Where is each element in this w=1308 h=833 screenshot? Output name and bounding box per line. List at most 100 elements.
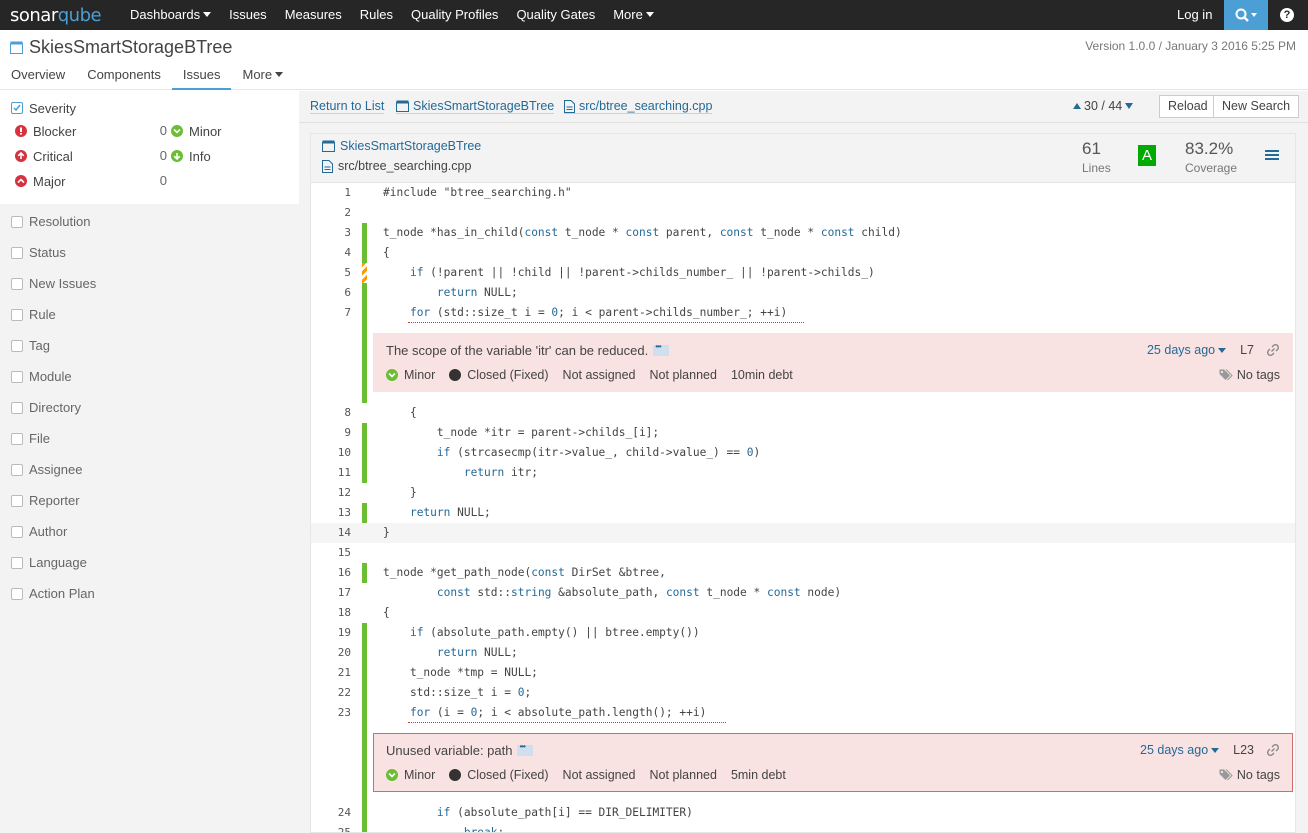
facet-module[interactable]: Module <box>11 361 288 392</box>
line-number[interactable]: 22 <box>311 683 351 703</box>
line-number[interactable]: 1 <box>311 183 351 203</box>
severity-major[interactable]: Major <box>11 171 139 191</box>
issue-line-ref[interactable]: L7 <box>1240 343 1254 357</box>
checkbox-icon[interactable] <box>11 525 23 538</box>
issue-date-link[interactable]: 25 days ago <box>1147 343 1227 357</box>
facet-new-issues[interactable]: New Issues <box>11 268 288 299</box>
link-icon[interactable] <box>1266 343 1280 357</box>
issue-status[interactable]: Closed (Fixed) <box>449 368 549 382</box>
issue-date-link[interactable]: 25 days ago <box>1140 743 1220 757</box>
issue-assignee[interactable]: Not assigned <box>563 368 636 382</box>
issue-plan[interactable]: Not planned <box>650 368 717 382</box>
nav-quality-gates[interactable]: Quality Gates <box>507 0 604 30</box>
line-number[interactable]: 4 <box>311 243 351 263</box>
line-number[interactable]: 21 <box>311 663 351 683</box>
return-to-list-link[interactable]: Return to List <box>310 99 385 114</box>
tab-overview[interactable]: Overview <box>0 64 76 90</box>
coverage-marker[interactable] <box>362 823 367 832</box>
more-icon[interactable] <box>517 742 534 756</box>
checkbox-icon[interactable] <box>11 246 23 259</box>
file-link[interactable]: src/btree_searching.cpp <box>564 99 713 114</box>
checkbox-icon[interactable] <box>11 432 23 445</box>
nav-measures[interactable]: Measures <box>276 0 351 30</box>
line-number[interactable]: 23 <box>311 703 351 723</box>
coverage-marker[interactable] <box>362 683 367 703</box>
coverage-marker[interactable] <box>362 663 367 683</box>
next-issue-icon[interactable] <box>1125 103 1134 109</box>
facet-author[interactable]: Author <box>11 516 288 547</box>
facet-directory[interactable]: Directory <box>11 392 288 423</box>
coverage-marker[interactable] <box>362 623 367 643</box>
line-number[interactable]: 25 <box>311 823 351 832</box>
nav-quality-profiles[interactable]: Quality Profiles <box>402 0 507 30</box>
line-number[interactable]: 3 <box>311 223 351 243</box>
facet-rule[interactable]: Rule <box>11 299 288 330</box>
viewer-project-link[interactable]: SkiesSmartStorageBTree <box>322 139 481 153</box>
facet-status[interactable]: Status <box>11 237 288 268</box>
issue-status[interactable]: Closed (Fixed) <box>449 768 549 782</box>
coverage-marker[interactable] <box>362 703 367 723</box>
severity-blocker[interactable]: Blocker <box>11 121 139 141</box>
severity-critical[interactable]: Critical <box>11 146 139 166</box>
coverage-marker[interactable] <box>362 643 367 663</box>
checkbox-icon[interactable] <box>11 556 23 569</box>
checkbox-icon[interactable] <box>11 494 23 507</box>
coverage-marker[interactable] <box>362 283 367 303</box>
coverage-marker[interactable] <box>362 243 367 263</box>
severity-minor[interactable]: Minor <box>167 121 295 141</box>
facet-file[interactable]: File <box>11 423 288 454</box>
issue-card-selected[interactable]: Unused variable: path 25 days ago L23 Mi… <box>373 733 1293 792</box>
previous-issue-icon[interactable] <box>1073 103 1081 109</box>
coverage-marker[interactable] <box>362 303 367 323</box>
checkbox-icon[interactable] <box>11 463 23 476</box>
nav-more[interactable]: More <box>604 0 663 30</box>
coverage-marker[interactable] <box>362 503 367 523</box>
severity-info[interactable]: Info <box>167 146 295 166</box>
nav-rules[interactable]: Rules <box>351 0 402 30</box>
issue-message[interactable]: The scope of the variable 'itr' can be r… <box>386 342 670 358</box>
line-number[interactable]: 2 <box>311 203 351 223</box>
line-number[interactable]: 18 <box>311 603 351 623</box>
issue-assignee[interactable]: Not assigned <box>563 768 636 782</box>
nav-issues[interactable]: Issues <box>220 0 276 30</box>
issue-severity[interactable]: Minor <box>386 768 435 782</box>
line-number[interactable]: 13 <box>311 503 351 523</box>
line-number[interactable]: 16 <box>311 563 351 583</box>
tab-issues[interactable]: Issues <box>171 64 232 90</box>
search-button[interactable] <box>1224 0 1268 30</box>
line-number[interactable]: 6 <box>311 283 351 303</box>
coverage-marker[interactable] <box>362 803 367 823</box>
line-number[interactable]: 24 <box>311 803 351 823</box>
line-number[interactable]: 14 <box>311 523 351 543</box>
line-number[interactable]: 12 <box>311 483 351 503</box>
tab-components[interactable]: Components <box>76 64 172 90</box>
line-number[interactable]: 7 <box>311 303 351 323</box>
line-number[interactable]: 11 <box>311 463 351 483</box>
sonarqube-logo[interactable]: sonar qube <box>10 4 102 26</box>
issue-line-ref[interactable]: L23 <box>1233 743 1254 757</box>
coverage-marker[interactable] <box>362 463 367 483</box>
line-number[interactable]: 8 <box>311 403 351 423</box>
coverage-marker[interactable] <box>362 443 367 463</box>
checkbox-icon[interactable] <box>11 215 23 228</box>
checkbox-icon[interactable] <box>11 401 23 414</box>
reload-button[interactable]: Reload <box>1159 95 1217 118</box>
issue-tags[interactable]: No tags <box>1219 768 1280 782</box>
more-icon[interactable] <box>653 342 670 356</box>
issue-card[interactable]: The scope of the variable 'itr' can be r… <box>373 333 1293 392</box>
project-title[interactable]: SkiesSmartStorageBTree <box>10 37 232 58</box>
line-number[interactable]: 19 <box>311 623 351 643</box>
facet-resolution[interactable]: Resolution <box>11 206 288 237</box>
checkbox-icon[interactable] <box>11 587 23 600</box>
project-link[interactable]: SkiesSmartStorageBTree <box>396 99 555 114</box>
checkbox-icon[interactable] <box>11 370 23 383</box>
line-number[interactable]: 15 <box>311 543 351 563</box>
severity-facet-header[interactable]: Severity <box>11 95 289 121</box>
line-number[interactable]: 10 <box>311 443 351 463</box>
line-number[interactable]: 20 <box>311 643 351 663</box>
help-button[interactable]: ? <box>1272 0 1302 30</box>
line-number[interactable]: 9 <box>311 423 351 443</box>
issue-severity[interactable]: Minor <box>386 368 435 382</box>
checkbox-icon[interactable] <box>11 308 23 321</box>
checkbox-icon[interactable] <box>11 339 23 352</box>
